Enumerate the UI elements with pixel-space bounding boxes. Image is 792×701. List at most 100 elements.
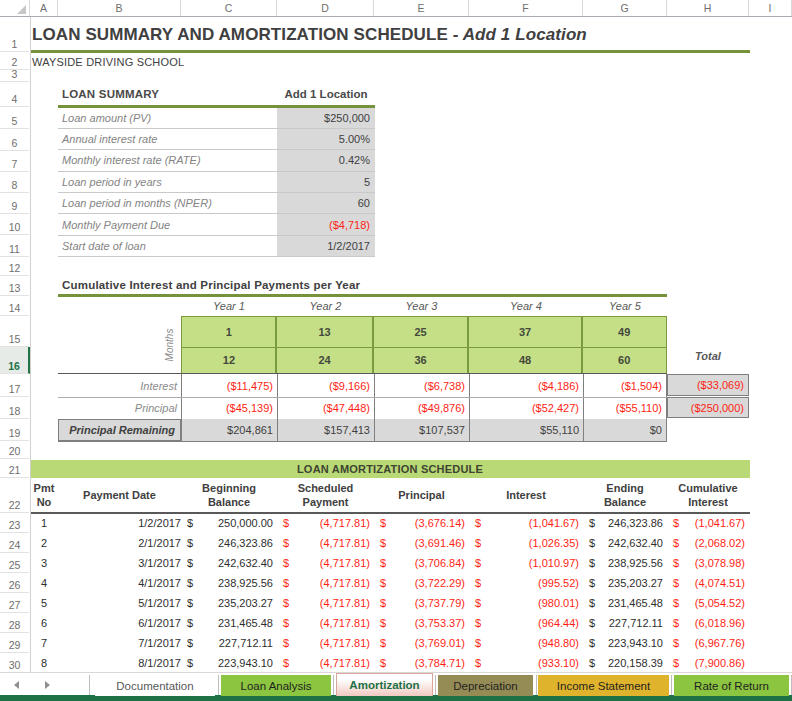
cumulative-value-cell[interactable]: ($52,427) (469, 397, 583, 419)
amortization-cell-interest[interactable]: $(948.80) (469, 633, 583, 653)
amortization-cell-date[interactable]: 6/1/2017 (58, 613, 181, 633)
loan-summary-value-cell[interactable]: 5.00% (277, 129, 375, 149)
amortization-cell-cum[interactable]: $(6,018.96) (667, 613, 749, 633)
month-cell[interactable]: 48 (469, 348, 582, 372)
cumulative-value-cell[interactable]: $55,110 (469, 419, 583, 441)
row-header-9[interactable]: 9 (0, 193, 29, 214)
total-value-cell[interactable]: ($33,069) (667, 374, 749, 396)
amortization-cell-sched[interactable]: $(4,717.81) (277, 633, 374, 653)
amortization-cell-sched[interactable]: $(4,717.81) (277, 513, 374, 533)
cumulative-value-cell[interactable]: ($11,475) (181, 374, 277, 397)
month-cell[interactable]: 49 (583, 317, 666, 347)
tab-loan-analysis[interactable]: Loan Analysis (221, 675, 331, 696)
column-header-B[interactable]: B (58, 0, 181, 16)
row-header-14[interactable]: 14 (0, 296, 29, 316)
row-header-17[interactable]: 17 (0, 374, 29, 397)
amortization-cell-interest[interactable]: $(964.44) (469, 613, 583, 633)
month-cell[interactable]: 13 (277, 317, 373, 347)
amortization-title-bar[interactable]: LOAN AMORTIZATION SCHEDULE (30, 460, 750, 478)
loan-summary-title-cell[interactable]: LOAN SUMMARY (62, 88, 277, 100)
year-header-cell[interactable]: Year 4 (469, 297, 583, 315)
loan-summary-label-cell[interactable]: Monthly Payment Due (62, 214, 170, 234)
amortization-cell-principal[interactable]: $(3,722.29) (374, 573, 469, 593)
cumulative-value-cell[interactable]: $107,537 (374, 419, 469, 441)
cumulative-value-cell[interactable]: ($55,110) (583, 397, 667, 419)
amortization-cell-cum[interactable]: $(4,074.51) (667, 573, 749, 593)
amortization-cell-sched[interactable]: $(4,717.81) (277, 573, 374, 593)
column-header-A[interactable]: A (30, 0, 58, 16)
amortization-cell-begin[interactable]: $238,925.56 (181, 573, 277, 593)
row-header-24[interactable]: 24 (0, 533, 29, 553)
amortization-cell-no[interactable]: 7 (30, 633, 58, 653)
amortization-cell-interest[interactable]: $(980.01) (469, 593, 583, 613)
cumulative-value-cell[interactable]: ($4,186) (469, 374, 583, 397)
amortization-cell-cum[interactable]: $(6,967.76) (667, 633, 749, 653)
amortization-cell-no[interactable]: 4 (30, 573, 58, 593)
amortization-column-header[interactable]: EndingBalance (583, 479, 667, 512)
cumulative-value-cell[interactable]: ($47,448) (277, 397, 374, 419)
row-header-5[interactable]: 5 (0, 107, 29, 129)
tab-scroll-right-icon[interactable] (45, 681, 50, 689)
row-header-15[interactable]: 15 (0, 316, 29, 347)
amortization-cell-interest[interactable]: $(1,041.67) (469, 513, 583, 533)
year-header-cell[interactable]: Year 1 (181, 297, 277, 315)
cumulative-table-title-cell[interactable]: Cumulative Interest and Principal Paymen… (62, 279, 360, 291)
row-header-19[interactable]: 19 (0, 419, 29, 441)
row-header-22[interactable]: 22 (0, 478, 29, 513)
row-header-7[interactable]: 7 (0, 151, 29, 172)
tab-rate-of-return[interactable]: Rate of Return (674, 675, 789, 696)
amortization-cell-sched[interactable]: $(4,717.81) (277, 533, 374, 553)
amortization-column-header[interactable]: Interest (469, 479, 583, 512)
cumulative-value-cell[interactable]: ($6,738) (374, 374, 469, 397)
amortization-column-header[interactable]: Payment Date (58, 479, 181, 512)
month-cell[interactable]: 24 (277, 348, 373, 372)
amortization-cell-cum[interactable]: $(5,054.52) (667, 593, 749, 613)
tab-income-statement[interactable]: Income Statement (538, 675, 669, 696)
tab-scroll-left-icon[interactable] (14, 681, 19, 689)
amortization-column-header[interactable]: BeginningBalance (181, 479, 277, 512)
column-header-F[interactable]: F (469, 0, 583, 16)
cumulative-value-cell[interactable]: $0 (583, 419, 667, 441)
amortization-cell-principal[interactable]: $(3,737.79) (374, 593, 469, 613)
amortization-cell-begin[interactable]: $242,632.40 (181, 553, 277, 573)
row-header-21[interactable]: 21 (0, 459, 29, 478)
amortization-cell-end[interactable]: $220,158.39 (583, 653, 667, 673)
row-header-4[interactable]: 4 (0, 82, 29, 107)
row-header-8[interactable]: 8 (0, 172, 29, 193)
amortization-cell-date[interactable]: 5/1/2017 (58, 593, 181, 613)
row-header-30[interactable]: 30 (0, 653, 29, 673)
cumulative-row-label-cell[interactable]: Principal (58, 397, 177, 419)
amortization-cell-sched[interactable]: $(4,717.81) (277, 593, 374, 613)
loan-summary-value-cell[interactable]: 1/2/2017 (277, 236, 375, 256)
amortization-cell-begin[interactable]: $235,203.27 (181, 593, 277, 613)
amortization-cell-date[interactable]: 8/1/2017 (58, 653, 181, 673)
loan-summary-label-cell[interactable]: Monthly interest rate (RATE) (62, 150, 201, 170)
amortization-cell-end[interactable]: $227,712.11 (583, 613, 667, 633)
amortization-column-header[interactable]: CumulativeInterest (667, 479, 749, 512)
amortization-cell-end[interactable]: $238,925.56 (583, 553, 667, 573)
company-name-cell[interactable]: WAYSIDE DRIVING SCHOOL (32, 56, 184, 68)
amortization-cell-sched[interactable]: $(4,717.81) (277, 553, 374, 573)
month-cell[interactable]: 1 (182, 317, 275, 347)
amortization-cell-no[interactable]: 5 (30, 593, 58, 613)
amortization-cell-interest[interactable]: $(933.10) (469, 653, 583, 673)
cumulative-value-cell[interactable]: ($49,876) (374, 397, 469, 419)
loan-summary-value-cell[interactable]: 5 (277, 172, 375, 192)
row-header-27[interactable]: 27 (0, 593, 29, 613)
amortization-cell-cum[interactable]: $(1,041.67) (667, 513, 749, 533)
row-header-12[interactable]: 12 (0, 257, 29, 276)
amortization-cell-no[interactable]: 2 (30, 533, 58, 553)
amortization-cell-begin[interactable]: $246,323.86 (181, 533, 277, 553)
cumulative-value-cell[interactable]: $204,861 (181, 419, 277, 441)
year-header-cell[interactable]: Year 3 (374, 297, 469, 315)
amortization-cell-cum[interactable]: $(2,068.02) (667, 533, 749, 553)
amortization-column-header[interactable]: ScheduledPayment (277, 479, 374, 512)
amortization-cell-interest[interactable]: $(1,026.35) (469, 533, 583, 553)
total-column-label-cell[interactable]: Total (667, 350, 749, 362)
loan-summary-value-cell[interactable]: 60 (277, 193, 375, 213)
loan-summary-label-cell[interactable]: Loan period in years (62, 172, 162, 192)
row-header-11[interactable]: 11 (0, 235, 29, 257)
total-value-cell[interactable]: ($250,000) (667, 397, 749, 418)
amortization-cell-no[interactable]: 8 (30, 653, 58, 673)
row-header-16[interactable]: 16 (0, 347, 30, 374)
